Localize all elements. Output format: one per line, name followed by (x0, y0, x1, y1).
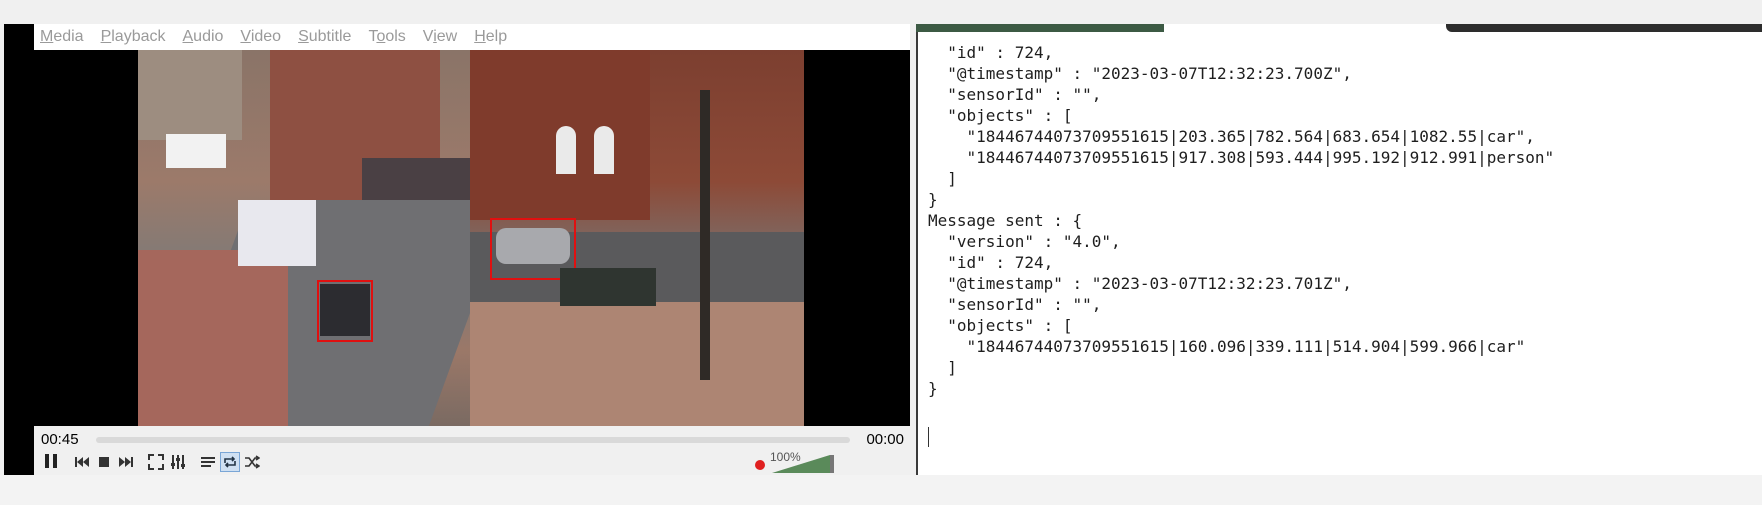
menu-playback[interactable]: Playback (101, 28, 166, 46)
skip-forward-icon (119, 457, 133, 467)
detection-box-car-left (317, 280, 373, 342)
speaker-muted-icon[interactable] (755, 460, 765, 470)
terminal-line: "18446744073709551615|203.365|782.564|68… (928, 127, 1535, 146)
terminal-tab-active[interactable] (916, 24, 1164, 32)
pause-icon (45, 454, 57, 468)
terminal-line: "18446744073709551615|160.096|339.111|51… (928, 337, 1526, 356)
trash-bins (560, 268, 656, 306)
terminal-window[interactable]: "id" : 724, "@timestamp" : "2023-03-07T1… (916, 24, 1762, 475)
fullscreen-icon (148, 454, 164, 470)
terminal-line: } (928, 190, 938, 209)
terminal-tab-bar (1446, 24, 1762, 32)
menu-media[interactable]: Media (40, 28, 84, 46)
loop-button[interactable] (220, 452, 240, 472)
camera-pane-left (138, 50, 512, 426)
equalizer-icon (171, 455, 185, 469)
playlist-button[interactable] (198, 452, 218, 472)
menu-bar: Media Playback Audio Video Subtitle Tool… (34, 24, 910, 50)
truck (238, 200, 316, 266)
terminal-line: "18446744073709551615|917.308|593.444|99… (928, 148, 1555, 167)
terminal-line: Message sent : { (928, 211, 1083, 230)
terminal-line: "@timestamp" : "2023-03-07T12:32:23.700Z… (928, 64, 1352, 83)
window-arch-2 (594, 126, 614, 174)
building-left (138, 50, 242, 140)
terminal-line: "id" : 724, (928, 253, 1054, 272)
terminal-line: "objects" : [ (928, 316, 1073, 335)
total-time: 00:00 (866, 431, 904, 448)
menu-audio[interactable]: Audio (183, 28, 224, 46)
loop-icon (224, 456, 236, 468)
camera-pane-right (470, 50, 804, 426)
video-area[interactable] (34, 50, 910, 426)
stop-button[interactable] (94, 452, 114, 472)
terminal-line: "objects" : [ (928, 106, 1073, 125)
text-cursor (928, 427, 929, 447)
terminal-line: "@timestamp" : "2023-03-07T12:32:23.701Z… (928, 274, 1352, 293)
tree-trunk (700, 90, 710, 380)
terminal-line: "id" : 724, (928, 43, 1054, 62)
extended-settings-button[interactable] (168, 452, 188, 472)
playlist-icon (201, 457, 215, 467)
menu-view[interactable]: View (423, 28, 457, 46)
window-arch (556, 126, 576, 174)
terminal-line: ] (928, 358, 957, 377)
terminal-line: "sensorId" : "", (928, 85, 1102, 104)
fullscreen-button[interactable] (146, 452, 166, 472)
terminal-line: "version" : "4.0", (928, 232, 1121, 251)
menu-subtitle[interactable]: Subtitle (298, 28, 351, 46)
volume-slider[interactable] (772, 455, 834, 473)
menu-video[interactable]: Video (240, 28, 281, 46)
playback-controls: 00:45 00:00 100% (34, 426, 910, 475)
stop-icon (99, 457, 109, 467)
skip-back-icon (75, 457, 89, 467)
terminal-line: "sensorId" : "", (928, 295, 1102, 314)
seek-slider[interactable] (96, 437, 850, 443)
menu-help[interactable]: Help (474, 28, 507, 46)
terminal-line: ] (928, 169, 957, 188)
desktop-strip (0, 475, 1762, 505)
pause-button[interactable] (40, 450, 62, 472)
previous-button[interactable] (72, 452, 92, 472)
plaza (470, 302, 804, 426)
terminal-line: } (928, 379, 938, 398)
terminal-output: "id" : 724, "@timestamp" : "2023-03-07T1… (928, 42, 1752, 399)
shuffle-button[interactable] (242, 452, 262, 472)
vlc-window: Media Playback Audio Video Subtitle Tool… (4, 24, 914, 475)
van (166, 134, 226, 168)
shuffle-icon (245, 455, 260, 469)
sidewalk (138, 250, 288, 426)
next-button[interactable] (116, 452, 136, 472)
menu-tools[interactable]: Tools (368, 28, 405, 46)
video-frame (138, 50, 804, 426)
current-time: 00:45 (41, 431, 79, 448)
